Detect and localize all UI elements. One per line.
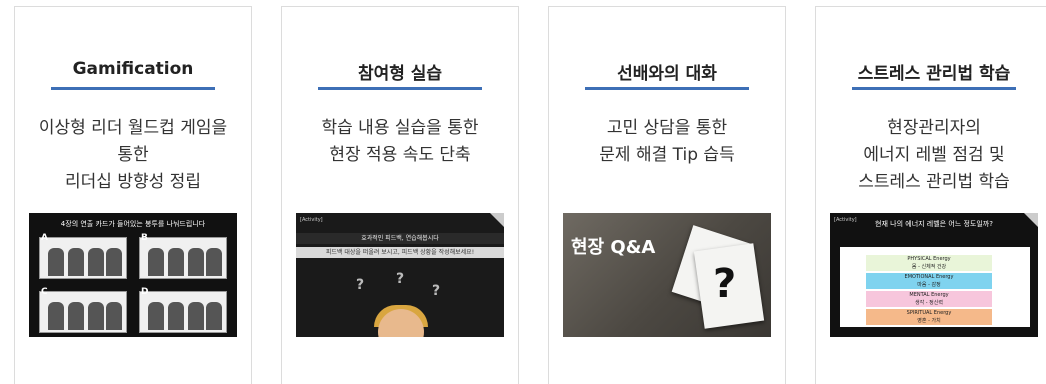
title-underline: [51, 87, 215, 90]
desc-line: 문제 해결 Tip 습득: [599, 145, 735, 165]
question-mark-icon: ?: [432, 283, 441, 299]
desc-line: 학습 내용 실습을 통한: [321, 118, 479, 138]
title-underline: [585, 87, 749, 90]
energy-row-physical: PHYSICAL Energy 몸 - 신체적 건강: [866, 255, 992, 271]
card-title: 선배와의 대화: [617, 64, 717, 84]
photo-card-c: [39, 291, 127, 333]
card-label-a: A: [41, 233, 48, 243]
photo-card-d: [139, 291, 227, 333]
desc-line: 현장관리자의: [887, 118, 981, 138]
photo-card-b: [139, 237, 227, 279]
thumb-tag: [Activity]: [300, 217, 323, 223]
card-label-c: C: [41, 287, 48, 297]
row-label: EMOTIONAL Energy: [904, 274, 954, 280]
row-sublabel: 영혼 - 가치: [917, 318, 941, 324]
card-label-d: D: [141, 287, 149, 297]
page-corner: [490, 213, 504, 227]
gamification-thumbnail: 4장의 연출 카드가 들어있는 봉투를 나눠드립니다 A B C D: [29, 213, 237, 337]
desc-line: 고민 상담을 통한: [606, 118, 728, 138]
row-label: PHYSICAL Energy: [907, 256, 951, 262]
row-sublabel: 생각 - 정신력: [915, 300, 943, 306]
program-card-stress: 스트레스 관리법 학습 현장관리자의 에너지 레벨 점검 및 스트레스 관리법 …: [815, 6, 1046, 384]
energy-row-emotional: EMOTIONAL Energy 마음 - 감정: [866, 273, 992, 289]
card-description: 고민 상담을 통한 문제 해결 Tip 습득: [549, 115, 785, 169]
row-sublabel: 몸 - 신체적 건강: [911, 264, 947, 270]
desc-line: 리더십 방향성 정립: [65, 172, 201, 192]
practice-thumbnail: [Activity] 효과적인 피드백, 연습해봅시다 피드백 대상을 떠올려 …: [296, 213, 504, 337]
card-title: 스트레스 관리법 학습: [857, 64, 1011, 84]
thumb-caption: 현장 Q&A: [571, 237, 656, 258]
title-underline: [318, 87, 482, 90]
energy-row-spiritual: SPIRITUAL Energy 영혼 - 가치: [866, 309, 992, 325]
energy-thumbnail: [Activity] 현재 나의 에너지 레벨은 어느 정도일까? PHYSIC…: [830, 213, 1038, 337]
thumb-line-1: 효과적인 피드백, 연습해봅시다: [296, 233, 504, 244]
energy-row-mental: MENTAL Energy 생각 - 정신력: [866, 291, 992, 307]
row-label: SPIRITUAL Energy: [906, 310, 952, 316]
desc-line: 통한: [117, 145, 149, 165]
energy-table: PHYSICAL Energy 몸 - 신체적 건강 EMOTIONAL Ene…: [840, 247, 1030, 327]
title-underline: [852, 87, 1016, 90]
question-mark-icon: ?: [356, 277, 365, 293]
desc-line: 스트레스 관리법 학습: [858, 172, 1010, 192]
thumb-header: 현재 나의 에너지 레벨은 어느 정도일까?: [875, 220, 993, 228]
qa-thumbnail: 현장 Q&A ?: [563, 213, 771, 337]
photo-card-a: [39, 237, 127, 279]
card-title: Gamification: [72, 59, 194, 79]
row-label: MENTAL Energy: [909, 292, 949, 298]
program-card-gamification: Gamification 이상형 리더 월드컵 게임을 통한 리더십 방향성 정…: [14, 6, 252, 384]
program-card-mentor: 선배와의 대화 고민 상담을 통한 문제 해결 Tip 습득 현장 Q&A ?: [548, 6, 786, 384]
thumb-header: 4장의 연출 카드가 들어있는 봉투를 나눠드립니다: [60, 220, 206, 228]
question-mark-icon: ?: [713, 261, 737, 307]
question-mark-icon: ?: [396, 271, 405, 287]
card-description: 현장관리자의 에너지 레벨 점검 및 스트레스 관리법 학습: [816, 115, 1046, 196]
card-description: 학습 내용 실습을 통한 현장 적용 속도 단축: [282, 115, 518, 169]
desc-line: 현장 적용 속도 단축: [329, 145, 471, 165]
thumb-line-2: 피드백 대상을 떠올려 보시고, 피드백 상황을 작성해보세요!: [296, 247, 504, 258]
card-label-b: B: [141, 233, 148, 243]
row-sublabel: 마음 - 감정: [917, 282, 941, 288]
desc-line: 에너지 레벨 점검 및: [863, 145, 1005, 165]
program-card-practice: 참여형 실습 학습 내용 실습을 통한 현장 적용 속도 단축 [Activit…: [281, 6, 519, 384]
desc-line: 이상형 리더 월드컵 게임을: [38, 118, 228, 138]
card-title: 참여형 실습: [357, 64, 443, 84]
card-description: 이상형 리더 월드컵 게임을 통한 리더십 방향성 정립: [15, 115, 251, 196]
